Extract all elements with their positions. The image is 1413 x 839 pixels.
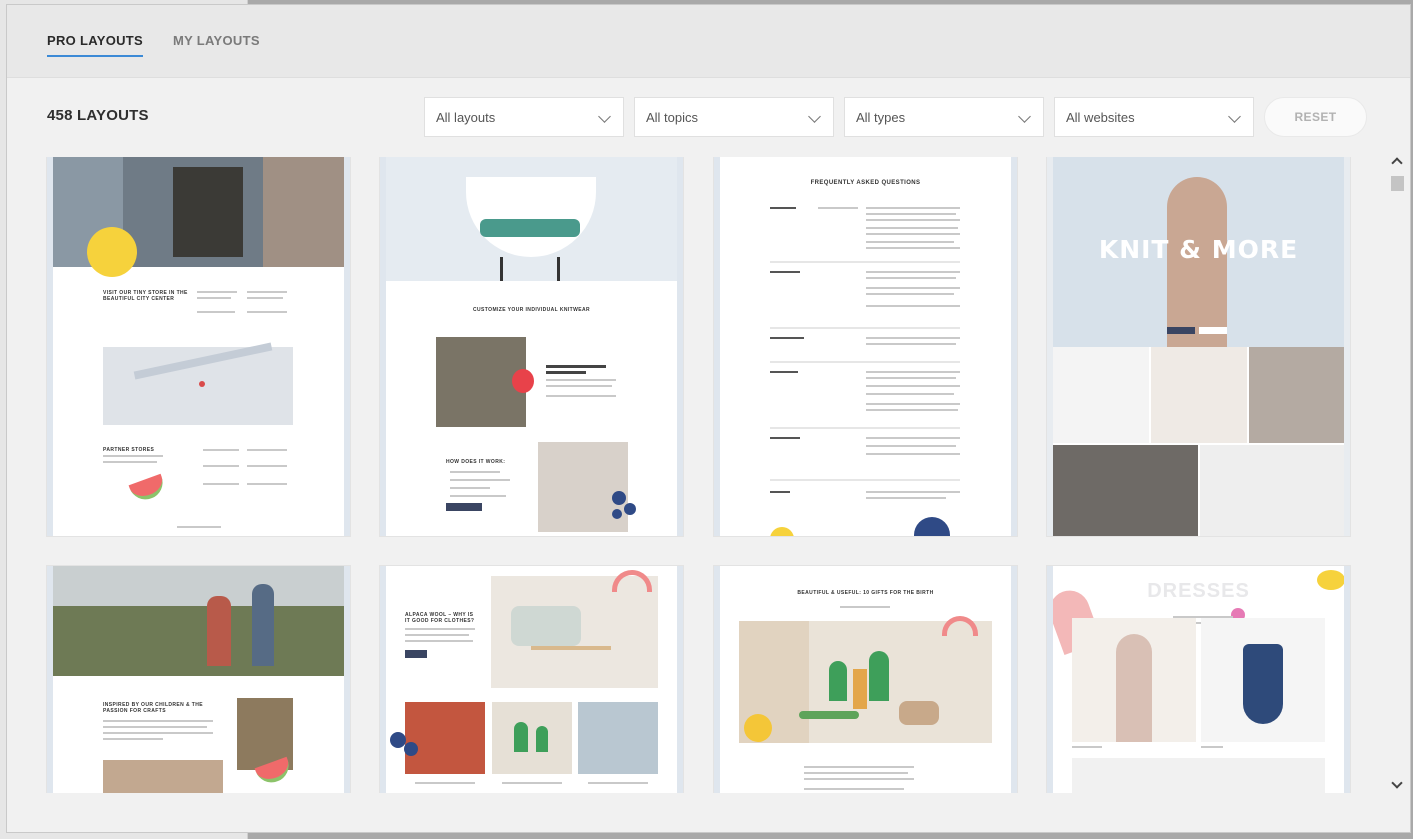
blue-dress-image (1201, 618, 1325, 742)
chevron-down-icon (808, 110, 821, 123)
chevron-down-icon (598, 110, 611, 123)
layout-card-dresses[interactable]: DRESSES (1047, 566, 1350, 793)
sun-sticker-icon (770, 527, 794, 536)
girl-red-image (405, 702, 485, 774)
topics-filter-select[interactable]: All topics (634, 97, 834, 137)
chevron-down-icon (1228, 110, 1241, 123)
cloud-sticker-icon (914, 517, 950, 536)
dresses-title: DRESSES (1147, 580, 1250, 602)
topics-filter-value: All topics (646, 110, 699, 125)
chair-image (380, 157, 683, 281)
reset-button[interactable]: RESET (1264, 97, 1367, 137)
layout-card-alpaca[interactable]: ALPACA WOOL – WHY IS IT GOOD FOR CLOTHES… (380, 566, 683, 793)
layouts-modal: PRO LAYOUTS MY LAYOUTS 458 LAYOUTS All l… (7, 5, 1410, 832)
tab-my-layouts[interactable]: MY LAYOUTS (173, 33, 260, 48)
types-filter-value: All types (856, 110, 906, 125)
tab-pro-layouts[interactable]: PRO LAYOUTS (47, 33, 144, 57)
alpaca-title: ALPACA WOOL – WHY IS IT GOOD FOR CLOTHES… (405, 612, 475, 624)
rainbow-sticker-icon (612, 570, 652, 592)
sun-sticker-icon (87, 227, 137, 277)
layouts-filter-value: All layouts (436, 110, 496, 125)
layout-card-knitwear[interactable]: CUSTOMIZE YOUR INDIVIDUAL KNITWEAR HOW D… (380, 157, 683, 536)
scroll-down-icon[interactable] (1391, 777, 1403, 789)
product-image-toy (1151, 347, 1247, 443)
knit-more-title: KNIT & MORE (1098, 235, 1299, 264)
layout-count: 458 LAYOUTS (47, 107, 149, 124)
scroll-up-icon[interactable] (1391, 157, 1403, 169)
types-filter-select[interactable]: All types (844, 97, 1044, 137)
gifts-title: BEAUTIFUL & USEFUL: 10 GIFTS FOR THE BIR… (797, 590, 934, 596)
family-field-image (47, 566, 344, 676)
layouts-filter-select[interactable]: All layouts (424, 97, 624, 137)
scroll-thumb[interactable] (1391, 176, 1404, 191)
store-title: VISIT OUR TINY STORE IN THE BEAUTIFUL CI… (103, 290, 188, 302)
wooden-toys-image (739, 621, 992, 743)
layout-card-store[interactable]: VISIT OUR TINY STORE IN THE BEAUTIFUL CI… (47, 157, 350, 536)
lemon-sticker-icon (744, 714, 772, 742)
layout-card-gifts[interactable]: BEAUTIFUL & USEFUL: 10 GIFTS FOR THE BIR… (714, 566, 1017, 793)
product-image-suit (1249, 347, 1344, 443)
websites-filter-value: All websites (1066, 110, 1135, 125)
knitwear-title: CUSTOMIZE YOUR INDIVIDUAL KNITWEAR (473, 307, 590, 313)
vertical-scrollbar[interactable] (1390, 155, 1405, 795)
product-image-hat (1200, 445, 1344, 536)
card-button (446, 503, 482, 511)
layout-grid: VISIT OUR TINY STORE IN THE BEAUTIFUL CI… (7, 157, 1387, 793)
websites-filter-select[interactable]: All websites (1054, 97, 1254, 137)
girl-dress-image (1072, 618, 1196, 742)
lemon-sticker-icon (1317, 570, 1345, 590)
rainbow-sticker-icon (942, 616, 978, 636)
layout-card-knit-more[interactable]: KNIT & MORE (1047, 157, 1350, 536)
product-image-baby (1053, 445, 1198, 536)
product-image-bear (1053, 347, 1149, 443)
inspired-title: INSPIRED BY OUR CHILDREN & THE PASSION F… (103, 702, 203, 714)
map-pin-icon (199, 381, 205, 387)
kids-image (103, 760, 223, 793)
city-map (103, 342, 293, 425)
layout-card-inspired[interactable]: INSPIRED BY OUR CHILDREN & THE PASSION F… (47, 566, 350, 793)
watermelon-sticker-icon (128, 473, 168, 505)
tabs-bar: PRO LAYOUTS MY LAYOUTS (7, 5, 1410, 78)
layout-card-faq[interactable]: FREQUENTLY ASKED QUESTIONS (714, 157, 1017, 536)
beach-image (578, 702, 658, 774)
faq-title-text: FREQUENTLY ASKED QUESTIONS (810, 180, 921, 186)
strawberry-sticker-icon (512, 369, 534, 393)
toys-image (492, 702, 572, 774)
baskets-image (491, 576, 658, 688)
chevron-down-icon (1018, 110, 1031, 123)
filter-toolbar: 458 LAYOUTS All layouts All topics All t… (7, 97, 1410, 137)
